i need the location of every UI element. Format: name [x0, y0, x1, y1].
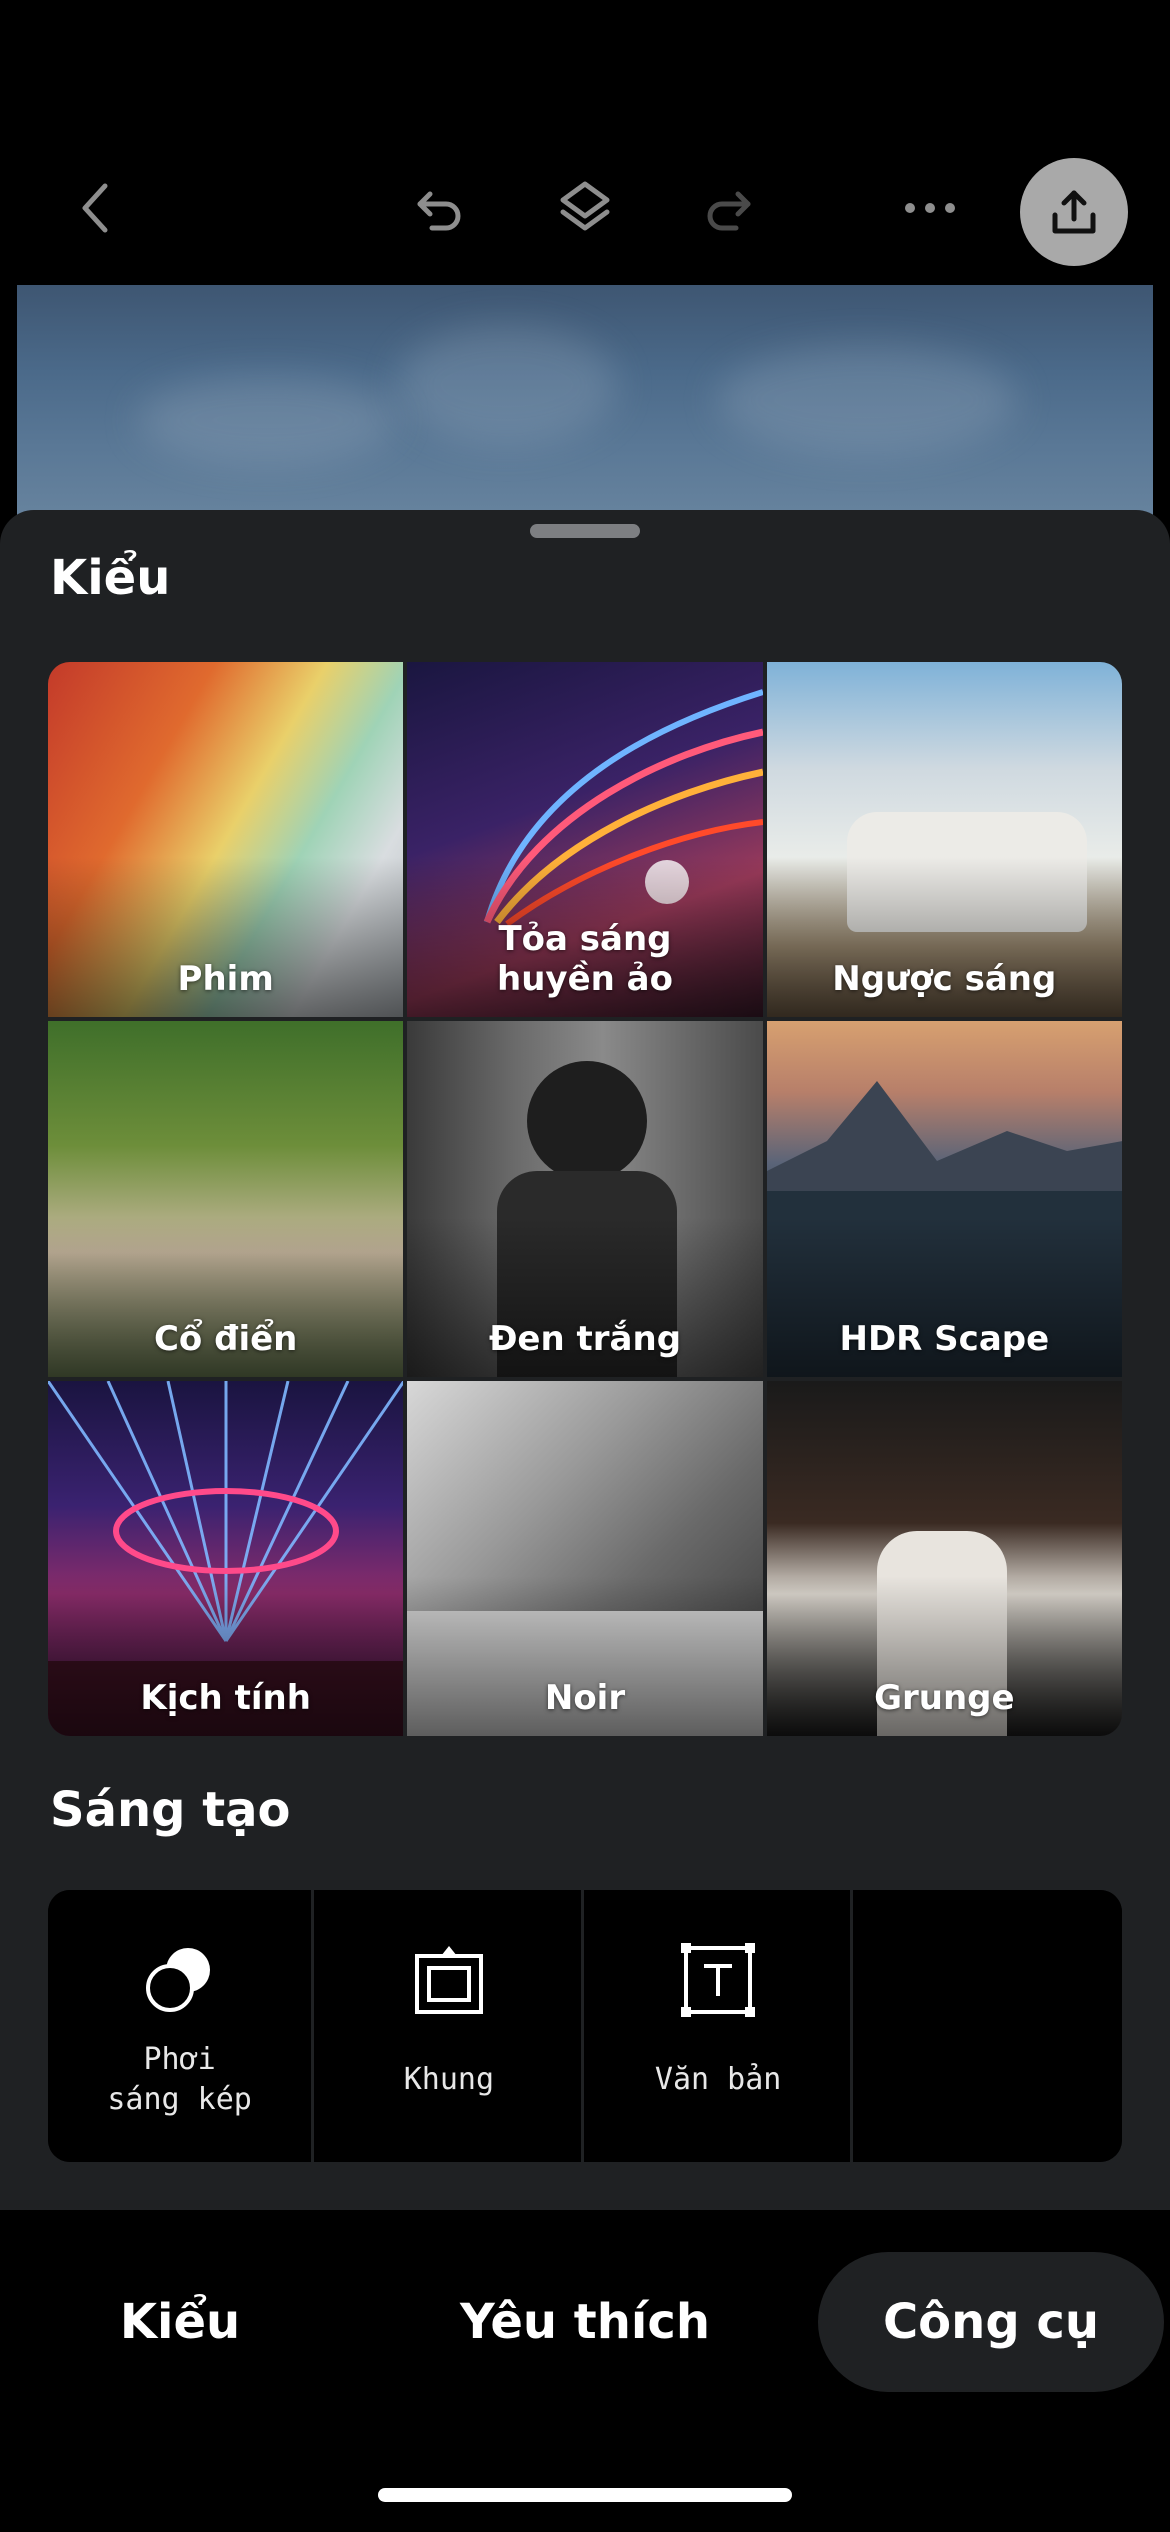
export-icon — [1052, 190, 1096, 234]
style-tile-grunge[interactable]: Grunge — [766, 1380, 1122, 1736]
style-label: Ngược sáng — [832, 959, 1057, 1000]
layers-icon — [560, 181, 610, 231]
cloud-shape — [137, 375, 397, 465]
tool-label: Văn bản — [654, 2062, 782, 2097]
creative-section-title: Sáng tạo — [50, 1782, 291, 1838]
tool-empty-slot — [855, 1890, 1122, 2162]
more-button[interactable] — [880, 158, 980, 258]
style-label: Phim — [177, 959, 274, 1000]
style-label: Tỏa sáng huyền ảo — [497, 919, 673, 1000]
style-tile-hdr-scape[interactable]: HDR Scape — [766, 1021, 1122, 1377]
style-tile-glow[interactable]: Tỏa sáng huyền ảo — [407, 662, 763, 1018]
creative-tools: Phơi sáng kép Khung Văn bản — [48, 1890, 1122, 2162]
tab-styles[interactable]: Kiểu — [40, 2252, 320, 2392]
back-button[interactable] — [45, 158, 145, 258]
photo-preview[interactable] — [17, 285, 1153, 535]
home-indicator[interactable] — [378, 2488, 792, 2502]
style-label: HDR Scape — [839, 1318, 1050, 1359]
frame-icon — [409, 1940, 489, 2020]
style-tile-phim[interactable]: Phim — [48, 662, 404, 1018]
tool-label: Khung — [403, 2062, 495, 2097]
style-tile-dramatic[interactable]: Kịch tính — [48, 1380, 404, 1736]
tool-frame[interactable]: Khung — [317, 1890, 584, 2162]
styles-sheet: Kiểu Phim Tỏa sáng huyền ảo Ngược sáng C… — [0, 510, 1170, 2210]
tool-text[interactable]: Văn bản — [586, 1890, 853, 2162]
styles-grid: Phim Tỏa sáng huyền ảo Ngược sáng Cổ điể… — [48, 662, 1122, 1736]
undo-icon — [417, 191, 461, 231]
style-label: Đen trắng — [488, 1318, 682, 1359]
tab-tools[interactable]: Công cụ — [818, 2252, 1164, 2392]
more-icon — [905, 203, 955, 213]
top-toolbar — [0, 150, 1170, 280]
screen: Kiểu Phim Tỏa sáng huyền ảo Ngược sáng C… — [0, 0, 1170, 2532]
style-tile-vintage[interactable]: Cổ điển — [48, 1021, 404, 1377]
redo-icon — [707, 191, 751, 231]
style-tile-noir[interactable]: Noir — [407, 1380, 763, 1736]
redo-button[interactable] — [678, 158, 778, 258]
bottom-tab-bar: Kiểu Yêu thích Công cụ — [0, 2212, 1170, 2532]
portrait-shape — [527, 1061, 648, 1182]
style-label: Kịch tính — [140, 1678, 311, 1718]
back-icon — [82, 183, 108, 233]
tab-favorites[interactable]: Yêu thích — [420, 2252, 750, 2392]
text-icon — [678, 1940, 758, 2020]
sheet-grabber[interactable] — [530, 524, 640, 538]
undo-button[interactable] — [390, 158, 490, 258]
style-tile-backlight[interactable]: Ngược sáng — [766, 662, 1122, 1018]
style-label: Grunge — [874, 1678, 1015, 1718]
style-label: Cổ điển — [153, 1318, 298, 1359]
style-tile-black-white[interactable]: Đen trắng — [407, 1021, 763, 1377]
export-button[interactable] — [1020, 158, 1128, 266]
layers-button[interactable] — [535, 158, 635, 258]
tool-double-exposure[interactable]: Phơi sáng kép — [48, 1890, 315, 2162]
style-label: Noir — [544, 1678, 626, 1718]
tool-label: Phơi sáng kép — [107, 2042, 252, 2117]
double-exposure-icon — [140, 1940, 220, 2020]
styles-section-title: Kiểu — [50, 550, 171, 606]
cloud-shape — [397, 325, 617, 445]
cloud-shape — [717, 345, 1017, 455]
